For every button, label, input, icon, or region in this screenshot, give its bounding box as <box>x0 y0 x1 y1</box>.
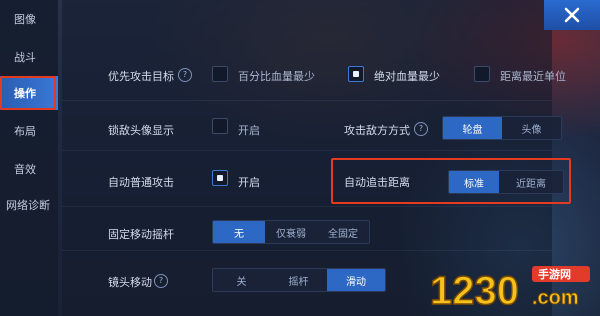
close-x-icon <box>564 7 580 23</box>
chase-distance-highlight-frame <box>331 158 571 204</box>
sidebar-highlight-frame <box>0 76 56 110</box>
auto-attack-checkbox[interactable] <box>212 170 228 186</box>
auto-attack-label: 自动普通攻击 <box>108 176 174 189</box>
camera-joystick[interactable]: 摇杆 <box>270 269 327 291</box>
help-icon[interactable]: ? <box>178 68 192 82</box>
sidebar-item-sound[interactable]: 音效 <box>0 152 58 186</box>
watermark-site: 手游网 <box>538 267 571 281</box>
joystick-none[interactable]: 无 <box>213 221 265 243</box>
attack-mode-wheel[interactable]: 轮盘 <box>443 117 502 139</box>
joystick-all-fixed[interactable]: 全固定 <box>317 221 369 243</box>
absolute-hp-checkbox[interactable] <box>348 66 364 82</box>
sidebar-item-label: 布局 <box>14 125 36 138</box>
sidebar-item-graphics[interactable]: 图像 <box>0 2 58 36</box>
sidebar-item-combat[interactable]: 战斗 <box>0 40 58 74</box>
lock-avatar-label: 锁敌头像显示 <box>108 124 174 137</box>
priority-target-label: 优先攻击目标 <box>108 70 174 83</box>
joystick-weak-only[interactable]: 仅衰弱 <box>265 221 317 243</box>
percent-hp-option: 百分比血量最少 <box>238 70 315 83</box>
attack-mode-avatar[interactable]: 头像 <box>502 117 561 139</box>
fixed-joystick-segmented: 无 仅衰弱 全固定 <box>212 220 370 244</box>
nearest-unit-checkbox[interactable] <box>474 66 490 82</box>
close-button[interactable] <box>544 0 600 30</box>
help-icon[interactable]: ? <box>414 122 428 136</box>
watermark-domain: .com <box>532 287 579 309</box>
sidebar-item-layout[interactable]: 布局 <box>0 114 58 148</box>
nearest-unit-option: 距离最近单位 <box>500 70 566 83</box>
camera-off[interactable]: 关 <box>213 269 270 291</box>
row-divider <box>62 100 552 101</box>
fixed-joystick-label: 固定移动摇杆 <box>108 228 174 241</box>
percent-hp-checkbox[interactable] <box>212 66 228 82</box>
camera-move-label: 镜头移动 <box>108 276 152 289</box>
sidebar-item-label: 音效 <box>14 163 36 176</box>
attack-mode-label: 攻击敌方方式 <box>344 124 410 137</box>
settings-sidebar: 图像 战斗 操作 布局 音效 网络诊断 <box>0 0 58 316</box>
absolute-hp-option: 绝对血量最少 <box>374 70 440 83</box>
sidebar-item-label: 图像 <box>14 13 36 26</box>
attack-mode-segmented: 轮盘 头像 <box>442 116 562 140</box>
camera-move-segmented: 关 摇杆 滑动 <box>212 268 386 292</box>
lock-avatar-checkbox[interactable] <box>212 118 228 134</box>
camera-swipe[interactable]: 滑动 <box>327 269 385 291</box>
sidebar-item-network[interactable]: 网络诊断 <box>0 188 58 222</box>
row-divider <box>62 250 552 251</box>
sidebar-item-label: 战斗 <box>14 51 36 64</box>
watermark-number: 1230 <box>430 269 519 312</box>
lock-avatar-option: 开启 <box>238 124 260 137</box>
row-divider <box>62 150 552 151</box>
help-icon[interactable]: ? <box>154 274 168 288</box>
sidebar-item-label: 网络诊断 <box>6 199 50 212</box>
auto-attack-option: 开启 <box>238 176 260 189</box>
watermark-logo: 1230 手游网 .com <box>428 262 598 314</box>
row-divider <box>62 206 552 207</box>
